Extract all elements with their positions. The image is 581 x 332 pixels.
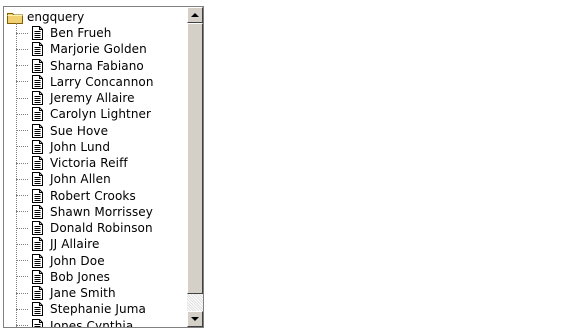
tree-item[interactable]: Sharna Fabiano — [16, 58, 144, 74]
tree-item-label: Victoria Reiff — [50, 156, 128, 170]
tree-item-label: John Doe — [50, 253, 105, 268]
document-icon — [31, 107, 44, 122]
scrollbar-thumb[interactable] — [187, 23, 203, 294]
tree-item[interactable]: Bob Jones — [16, 269, 110, 285]
document-icon — [31, 172, 44, 187]
folder-icon — [7, 11, 23, 24]
tree-item[interactable]: Jane Smith — [16, 285, 116, 301]
tree-connector — [16, 48, 28, 50]
document-icon — [31, 221, 44, 235]
tree-item[interactable]: Carolyn Lightner — [16, 106, 151, 122]
tree-connector — [16, 227, 28, 229]
tree-connector — [16, 243, 28, 245]
tree-item[interactable]: Jones Cynthia — [16, 318, 134, 328]
tree-connector — [16, 146, 28, 148]
document-icon — [31, 237, 44, 252]
document-icon — [31, 302, 44, 317]
tree-item[interactable]: Shawn Morrissey — [16, 204, 153, 220]
tree-item-label: Sue Hove — [50, 123, 109, 138]
document-icon — [31, 139, 44, 154]
tree-item[interactable]: Victoria Reiff — [16, 155, 128, 171]
scroll-down-button[interactable] — [187, 311, 203, 327]
tree-item-label: JJ Allaire — [50, 237, 100, 252]
tree-item-label: Jane Smith — [50, 286, 116, 300]
tree-connector — [16, 32, 28, 34]
document-icon — [31, 74, 44, 89]
tree-connector — [16, 81, 28, 83]
document-icon — [31, 42, 44, 57]
tree-item-label: Sharna Fabiano — [50, 58, 144, 73]
tree-connector — [16, 65, 28, 66]
tree-item[interactable]: Donald Robinson — [16, 220, 153, 236]
tree-connector — [16, 130, 28, 131]
tree-item-label: Larry Concannon — [50, 74, 154, 89]
tree-connector — [16, 292, 28, 294]
tree-connector — [16, 113, 28, 115]
tree-item-label: Stephanie Juma — [50, 302, 147, 317]
tree-item-label: Marjorie Golden — [50, 42, 147, 57]
tree-connector — [16, 195, 28, 196]
tree-item[interactable]: Marjorie Golden — [16, 41, 147, 57]
tree-item-label: Jeremy Allaire — [50, 91, 135, 105]
tree-item-label: Robert Crooks — [50, 188, 136, 203]
tree-item[interactable]: John Lund — [16, 139, 110, 155]
tree-content: engquery Ben Frueh Marjorie Golden Sharna … — [4, 7, 188, 327]
tree-root-node[interactable]: engquery — [7, 9, 84, 25]
document-icon — [31, 253, 44, 268]
document-icon — [31, 188, 44, 203]
document-icon — [31, 318, 44, 327]
tree-connector — [16, 178, 28, 180]
tree-connector — [16, 211, 28, 213]
arrow-up-icon — [191, 13, 199, 17]
tree-item[interactable]: John Allen — [16, 171, 111, 187]
document-icon — [31, 204, 44, 219]
tree-item[interactable]: Larry Concannon — [16, 74, 154, 90]
tree-item-label: John Allen — [50, 172, 111, 187]
vertical-scrollbar[interactable] — [187, 7, 203, 327]
tree-item-label: Jones Cynthia — [50, 318, 134, 328]
tree-connector — [16, 325, 28, 326]
tree-item[interactable]: Ben Frueh — [16, 25, 112, 41]
tree-item-label: Carolyn Lightner — [50, 107, 152, 122]
tree-item-label: Shawn Morrissey — [50, 204, 153, 219]
scroll-up-button[interactable] — [187, 7, 203, 23]
tree-item-label: Donald Robinson — [50, 221, 153, 235]
tree-item[interactable]: Jeremy Allaire — [16, 90, 135, 106]
document-icon — [31, 269, 44, 284]
document-icon — [31, 123, 44, 138]
tree-item[interactable]: Robert Crooks — [16, 188, 136, 204]
tree-item-label: Ben Frueh — [50, 26, 112, 40]
tree-item-label: Bob Jones — [50, 269, 111, 284]
tree-item[interactable]: Stephanie Juma — [16, 301, 146, 317]
tree-item[interactable]: Sue Hove — [16, 123, 108, 139]
tree-connector — [16, 276, 28, 278]
tree-root-label: engquery — [27, 10, 85, 24]
tree-item[interactable]: John Doe — [16, 253, 105, 269]
document-icon — [31, 286, 44, 300]
tree-connector — [16, 260, 28, 261]
document-icon — [31, 58, 44, 73]
tree-connector — [16, 97, 28, 99]
tree-connector — [16, 308, 28, 310]
tree-item-label: John Lund — [50, 139, 111, 154]
document-icon — [31, 26, 44, 40]
document-icon — [31, 156, 44, 170]
tree-view[interactable]: engquery Ben Frueh Marjorie Golden Sharna … — [3, 6, 204, 328]
document-icon — [31, 91, 44, 105]
tree-connector — [16, 162, 28, 164]
arrow-down-icon — [191, 317, 199, 321]
tree-item[interactable]: JJ Allaire — [16, 236, 100, 252]
